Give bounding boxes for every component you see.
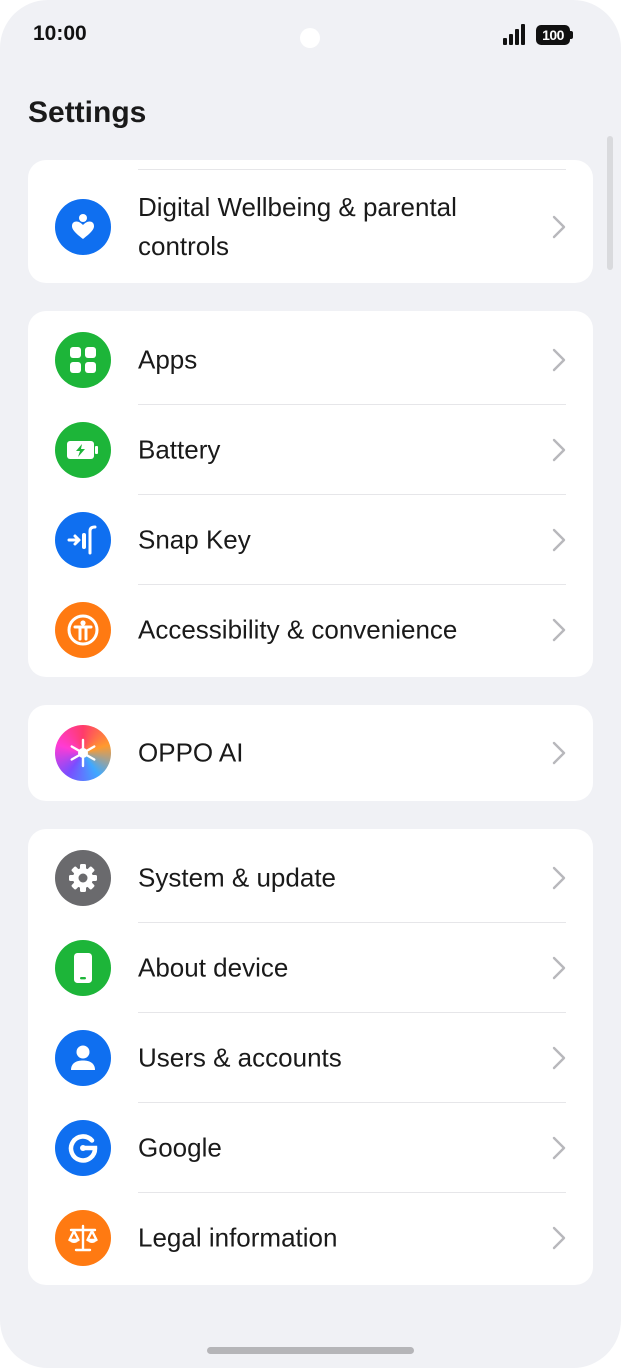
home-indicator[interactable] xyxy=(207,1347,414,1354)
settings-item-label: About device xyxy=(138,952,289,983)
heart-person-icon xyxy=(55,198,111,255)
card-system: System & update About device Users & acc… xyxy=(28,829,593,1285)
phone-icon xyxy=(55,940,111,996)
scales-icon xyxy=(55,1210,111,1266)
settings-item-label: OPPO AI xyxy=(138,737,244,768)
settings-item-accessibility[interactable]: Accessibility & convenience xyxy=(28,585,593,675)
oppo-ai-icon xyxy=(55,725,111,781)
accessibility-icon xyxy=(55,602,111,658)
battery-indicator: 100 xyxy=(536,25,570,45)
chevron-right-icon xyxy=(552,618,566,642)
google-icon xyxy=(55,1120,111,1176)
card-apps: Apps Battery Snap Key Accessibility & co… xyxy=(28,311,593,677)
settings-item-label: Google xyxy=(138,1132,222,1163)
chevron-right-icon xyxy=(552,1226,566,1250)
chevron-right-icon xyxy=(552,741,566,765)
settings-item-label: Accessibility & convenience xyxy=(138,614,458,645)
battery-tip xyxy=(570,31,573,39)
settings-item-snap-key[interactable]: Snap Key xyxy=(28,495,593,585)
chevron-right-icon xyxy=(552,956,566,980)
settings-item-about-device[interactable]: About device xyxy=(28,923,593,1013)
settings-item-label: Legal information xyxy=(138,1222,338,1253)
battery-icon xyxy=(55,422,111,478)
settings-item-apps[interactable]: Apps xyxy=(28,315,593,405)
chevron-right-icon xyxy=(552,1046,566,1070)
chevron-right-icon xyxy=(552,438,566,462)
chevron-right-icon xyxy=(552,348,566,372)
user-icon xyxy=(55,1030,111,1086)
chevron-right-icon xyxy=(552,215,566,238)
page-title: Settings xyxy=(28,96,147,129)
settings-item-battery[interactable]: Battery xyxy=(28,405,593,495)
settings-item-label: Snap Key xyxy=(138,524,251,555)
settings-item-oppo-ai[interactable]: OPPO AI xyxy=(28,708,593,798)
card-oppo-ai: OPPO AI xyxy=(28,705,593,801)
chevron-right-icon xyxy=(552,528,566,552)
settings-item-label: System & update xyxy=(138,862,336,893)
battery-level: 100 xyxy=(542,27,564,43)
scrollbar[interactable] xyxy=(607,136,613,270)
settings-item-label: Apps xyxy=(138,344,198,375)
status-bar: 10:00 100 xyxy=(0,0,621,72)
settings-item-label: Users & accounts xyxy=(138,1042,342,1073)
snap-key-icon xyxy=(55,512,111,568)
settings-item-legal-information[interactable]: Legal information xyxy=(28,1193,593,1283)
settings-item-system-update[interactable]: System & update xyxy=(28,833,593,923)
signal-icon xyxy=(503,24,525,45)
settings-item-label: Digital Wellbeing & parental controls xyxy=(138,191,457,261)
apps-grid-icon xyxy=(55,332,111,388)
chevron-right-icon xyxy=(552,1136,566,1160)
card-wellbeing: Digital Wellbeing & parental controls xyxy=(28,160,593,283)
settings-item-digital-wellbeing[interactable]: Digital Wellbeing & parental controls xyxy=(28,170,593,283)
front-camera xyxy=(300,28,320,48)
status-time: 10:00 xyxy=(33,22,87,45)
gear-icon xyxy=(55,850,111,906)
settings-item-google[interactable]: Google xyxy=(28,1103,593,1193)
settings-item-users-accounts[interactable]: Users & accounts xyxy=(28,1013,593,1103)
settings-screen: 10:00 100 Settings Digital Wellbeing & p… xyxy=(0,0,621,1368)
chevron-right-icon xyxy=(552,866,566,890)
settings-item-label: Battery xyxy=(138,434,221,465)
